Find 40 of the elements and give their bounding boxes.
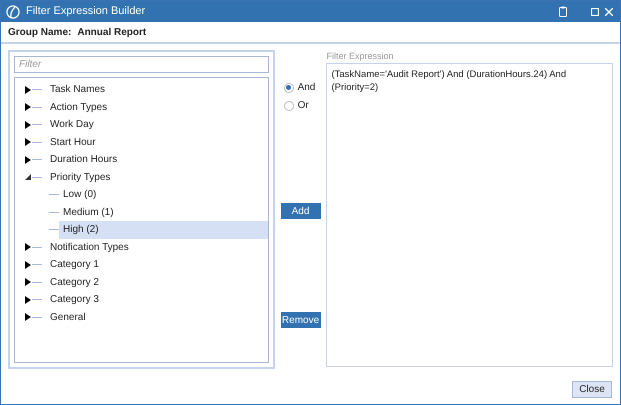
operator-radio[interactable]: Or [284,98,316,113]
tree-item[interactable]: General [46,308,268,326]
expand-triangle-icon[interactable] [24,86,32,94]
window-title: Filter Expression Builder [26,4,146,20]
expand-triangle-icon[interactable] [24,156,32,164]
tree-item[interactable]: Start Hour [46,134,268,151]
expand-triangle-icon[interactable] [24,278,32,286]
maximize-icon[interactable] [591,8,599,16]
close-button[interactable]: Close [572,381,612,398]
app-logo-icon [6,4,20,18]
expand-triangle-icon[interactable] [24,260,32,269]
group-name-label: Group Name: [8,26,72,40]
collapse-triangle-icon[interactable] [24,173,32,182]
tree-item[interactable]: Task Names [46,81,268,98]
filter-field[interactable]: Filter [14,56,269,73]
expand-triangle-icon[interactable] [24,103,32,112]
expand-triangle-icon[interactable] [24,243,32,252]
tree-item[interactable]: Category 2 [46,274,268,291]
remove-button[interactable]: Remove [280,312,321,328]
tree-item[interactable]: High (2) [59,221,268,238]
tree-item[interactable]: Category 1 [46,256,268,274]
clipboard-icon[interactable] [559,6,567,17]
expand-triangle-icon[interactable] [24,120,32,129]
tree-item[interactable]: Notification Types [46,238,268,256]
close-icon[interactable] [605,8,613,16]
tree-item[interactable]: Low (0) [59,186,268,204]
tree-item[interactable]: Priority Types [46,168,268,186]
operator-radio[interactable]: And [284,80,316,95]
tree-item[interactable]: Duration Hours [46,151,268,168]
add-button[interactable]: Add [280,203,321,219]
expression-box[interactable]: (TaskName='Audit Report') And (DurationHours.24) And (Priority=2) [326,63,613,367]
expand-triangle-icon[interactable] [24,313,32,322]
tree-item[interactable]: Medium (1) [59,204,268,221]
tree-item[interactable]: Work Day [46,116,268,134]
tree-item[interactable]: Action Types [46,98,268,116]
group-name-value: Annual Report [77,26,146,40]
expand-triangle-icon[interactable] [24,296,32,304]
tree-item[interactable]: Category 3 [46,291,268,308]
expression-label: Filter Expression [326,50,395,63]
expand-triangle-icon[interactable] [24,138,32,146]
